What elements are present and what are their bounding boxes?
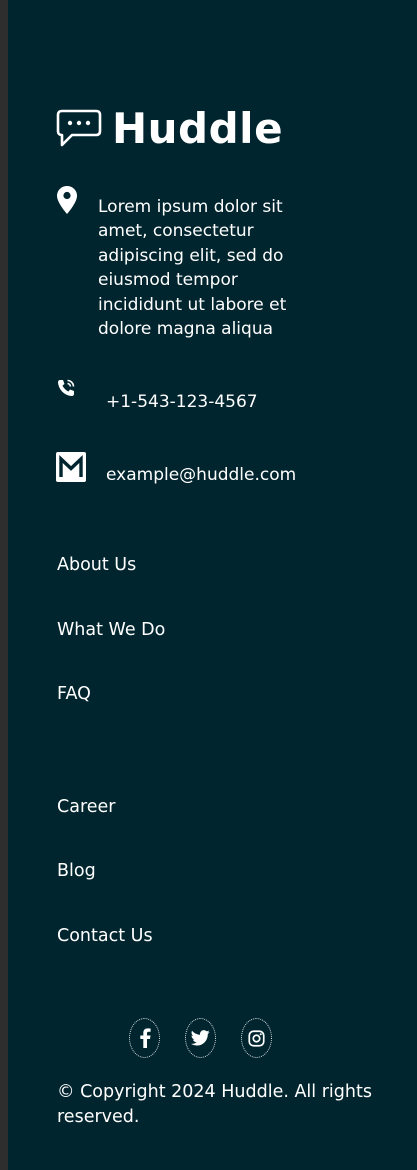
email-row: example@huddle.com xyxy=(56,452,296,487)
chat-bubble-icon xyxy=(56,109,102,147)
instagram-icon xyxy=(248,1029,265,1047)
address-text: Lorem ipsum dolor sit amet, consectetur … xyxy=(98,197,287,340)
footer-link-blog[interactable]: Blog xyxy=(57,859,96,883)
footer-link-career[interactable]: Career xyxy=(57,795,115,819)
facebook-button[interactable] xyxy=(129,1018,160,1058)
email-text[interactable]: example@huddle.com xyxy=(106,463,296,487)
site-footer: Huddle Lorem ipsum dolor sit amet, conse… xyxy=(8,0,417,1170)
address-row: Lorem ipsum dolor sit amet, consectetur … xyxy=(56,185,308,341)
brand-logo[interactable]: Huddle xyxy=(56,108,283,150)
mail-icon xyxy=(56,452,86,482)
social-links xyxy=(129,1018,272,1058)
footer-link-what-we-do[interactable]: What We Do xyxy=(57,618,165,642)
footer-link-contact-us[interactable]: Contact Us xyxy=(57,924,153,948)
facebook-icon xyxy=(139,1028,151,1048)
location-pin-icon xyxy=(57,186,77,214)
footer-link-about-us[interactable]: About Us xyxy=(57,553,136,577)
phone-text[interactable]: +1-543-123-4567 xyxy=(106,390,258,414)
footer-link-faq[interactable]: FAQ xyxy=(57,682,91,706)
left-edge-strip xyxy=(0,0,8,1170)
instagram-button[interactable] xyxy=(241,1018,272,1058)
brand-name: Huddle xyxy=(112,104,284,153)
copyright-text: © Copyright 2024 Huddle. All rights rese… xyxy=(57,1082,372,1127)
twitter-icon xyxy=(191,1030,210,1046)
phone-icon xyxy=(58,379,75,396)
twitter-button[interactable] xyxy=(185,1018,216,1058)
phone-row: +1-543-123-4567 xyxy=(56,378,258,414)
